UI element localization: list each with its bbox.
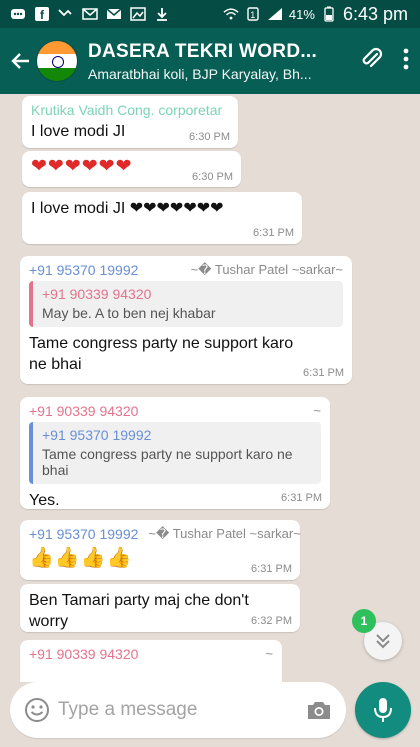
camera-icon — [308, 702, 330, 719]
quoted-message[interactable]: +91 95370 19992 Tame congress party ne s… — [29, 422, 321, 484]
quoted-sender: +91 95370 19992 — [42, 427, 152, 443]
quoted-message[interactable]: +91 90339 94320 May be. A to ben nej kha… — [29, 281, 343, 327]
camera-button[interactable] — [305, 698, 333, 722]
sender-row: +91 90339 94320 ~ — [29, 646, 273, 662]
quoted-text: May be. A to ben nej khabar — [42, 305, 216, 321]
back-button[interactable] — [2, 43, 38, 79]
message-bubble[interactable]: I love modi JI ❤❤❤❤❤❤❤ 6:31 PM — [22, 192, 302, 244]
mic-icon — [374, 698, 392, 722]
signal-icon — [267, 7, 283, 21]
voice-message-button[interactable] — [355, 682, 411, 738]
sender-row: +91 95370 19992 ~� Tushar Patel ~sarkar~ — [29, 262, 343, 278]
group-info[interactable]: DASERA TEKRI WORD... Amaratbhai koli, BJ… — [88, 41, 328, 82]
message-bubble[interactable]: +91 90339 94320 ~ — [20, 640, 282, 682]
group-avatar[interactable] — [36, 40, 78, 82]
attach-button[interactable] — [358, 46, 384, 77]
message-time: 6:31 PM — [253, 227, 294, 239]
battery-percent: 41% — [288, 6, 315, 22]
sender-number: +91 95370 19992 — [29, 262, 139, 278]
message-time: 6:31 PM — [281, 492, 322, 504]
chat-header: DASERA TEKRI WORD... Amaratbhai koli, BJ… — [0, 28, 420, 94]
more-options-button[interactable] — [402, 48, 410, 75]
sender-row: +91 95370 19992 ~� Tushar Patel ~sarkar~ — [29, 526, 301, 542]
sender-number: +91 90339 94320 — [29, 646, 139, 662]
svg-text:1: 1 — [250, 10, 255, 20]
more-vert-icon — [403, 48, 409, 69]
message-list[interactable]: Krutika Vaidh Cong. corporetar I love mo… — [0, 94, 420, 682]
message-input[interactable] — [50, 689, 305, 731]
group-title: DASERA TEKRI WORD... — [88, 40, 318, 62]
message-text: I love modi JI ❤❤❤❤❤❤❤ — [31, 200, 224, 217]
message-bubble[interactable]: Ben Tamari party maj che don't worry 6:3… — [20, 584, 300, 632]
back-arrow-icon — [11, 53, 29, 69]
quoted-text: Tame congress party ne support karo ne b… — [42, 446, 293, 478]
message-text: Yes. — [29, 492, 60, 509]
gallery-icon — [130, 7, 146, 21]
sender-display-name: ~� Tushar Patel ~sarkar~ — [190, 262, 343, 277]
quoted-sender: +91 90339 94320 — [42, 286, 152, 302]
message-text: Tame congress party ne support karo ne b… — [29, 335, 294, 373]
message-time: 6:32 PM — [251, 615, 292, 627]
message-bubble[interactable]: +91 90339 94320 ~ +91 95370 19992 Tame c… — [20, 397, 330, 509]
status-bar: f 1 41% 6:43 pm — [0, 0, 420, 28]
message-time: 6:31 PM — [303, 367, 344, 379]
compose-bar — [10, 682, 346, 738]
emoji-button[interactable] — [24, 697, 50, 723]
sender-row: +91 90339 94320 ~ — [29, 403, 321, 419]
message-time: 6:30 PM — [192, 171, 233, 183]
download-icon — [154, 7, 170, 21]
sim-icon: 1 — [245, 7, 261, 21]
message-bubble[interactable]: ❤❤❤❤❤❤ 6:30 PM — [22, 151, 241, 187]
sender-display-name: ~ — [313, 403, 321, 418]
battery-icon — [321, 6, 337, 22]
group-participants: Amaratbhai koli, BJP Karyalay, Bh... — [88, 65, 312, 82]
message-bubble[interactable]: +91 95370 19992 ~� Tushar Patel ~sarkar~… — [20, 520, 301, 580]
chevron-double-down-icon — [376, 634, 390, 649]
attach-icon — [362, 47, 383, 67]
missed-call-icon — [58, 7, 74, 21]
sender-name: Krutika Vaidh Cong. corporetar — [31, 102, 223, 118]
message-time: 6:31 PM — [251, 563, 292, 575]
facebook-icon: f — [34, 7, 50, 21]
message-bubble[interactable]: Krutika Vaidh Cong. corporetar I love mo… — [22, 96, 238, 148]
sender-display-name: ~� Tushar Patel ~sarkar~ — [148, 526, 301, 541]
emoji-icon — [25, 698, 49, 722]
unread-count-badge: 1 — [352, 609, 376, 633]
mail-icon — [82, 7, 98, 21]
sender-number: +91 95370 19992 — [29, 526, 139, 542]
sender-number: +91 90339 94320 — [29, 403, 139, 419]
messenger-icon — [10, 7, 26, 21]
message-time: 6:30 PM — [189, 131, 230, 143]
wifi-icon — [223, 7, 239, 21]
message-bubble[interactable]: +91 95370 19992 ~� Tushar Patel ~sarkar~… — [20, 256, 352, 384]
clock: 6:43 pm — [342, 3, 408, 24]
sender-display-name: ~ — [265, 646, 273, 661]
gmail-icon — [106, 7, 122, 21]
